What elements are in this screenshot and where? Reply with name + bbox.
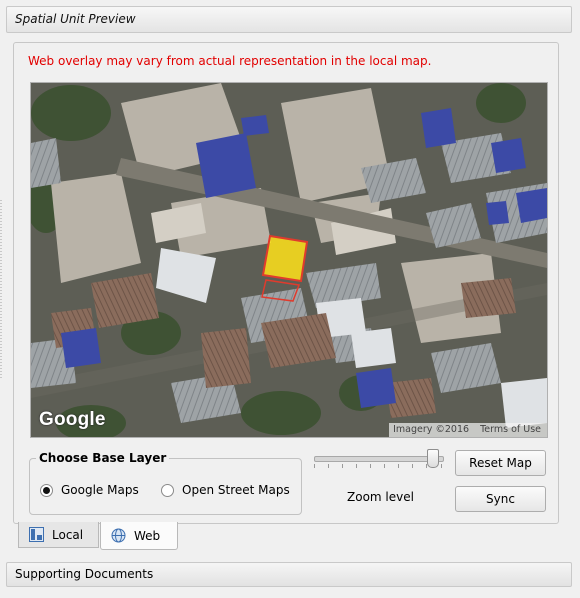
overlay-warning: Web overlay may vary from actual represe… — [28, 54, 432, 68]
base-layer-legend: Choose Base Layer — [36, 451, 170, 465]
radio-unselected-icon — [161, 483, 174, 497]
google-maps-radio[interactable]: Google Maps — [40, 483, 139, 497]
tab-web[interactable]: Web — [100, 522, 178, 550]
supporting-documents-header[interactable]: Supporting Documents — [6, 562, 572, 587]
tab-web-label: Web — [134, 528, 161, 543]
reset-map-button[interactable]: Reset Map — [455, 450, 546, 476]
open-street-maps-radio[interactable]: Open Street Maps — [161, 483, 290, 497]
base-layer-group: Choose Base Layer Google Maps Open Stree… — [29, 451, 302, 515]
panel-header[interactable]: Spatial Unit Preview — [6, 6, 572, 33]
radio-selected-icon — [40, 483, 53, 497]
splitter-grip[interactable] — [0, 200, 2, 380]
zoom-slider-ticks — [314, 464, 442, 468]
parcel-highlight — [261, 234, 309, 283]
zoom-slider[interactable] — [314, 448, 444, 470]
tab-local-label: Local — [52, 527, 84, 542]
tab-local[interactable]: Local — [18, 522, 99, 548]
web-map-view[interactable]: Google Imagery ©2016 Terms of Use — [30, 82, 548, 438]
supporting-documents-title: Supporting Documents — [15, 567, 154, 581]
open-street-maps-label: Open Street Maps — [182, 483, 290, 497]
local-map-icon — [29, 527, 44, 542]
google-maps-label: Google Maps — [61, 483, 139, 497]
map-attribution: Imagery ©2016 Terms of Use — [389, 423, 547, 437]
terms-of-use-link[interactable]: Terms of Use — [480, 424, 541, 435]
satellite-imagery — [31, 83, 547, 437]
zoom-slider-track[interactable] — [314, 456, 444, 462]
zoom-level-label: Zoom level — [347, 490, 414, 504]
web-globe-icon — [111, 528, 126, 543]
google-logo: Google — [39, 409, 106, 430]
panel-title: Spatial Unit Preview — [15, 12, 136, 26]
zoom-slider-handle[interactable] — [427, 449, 439, 468]
sync-button[interactable]: Sync — [455, 486, 546, 512]
imagery-credit: Imagery ©2016 — [393, 424, 470, 435]
